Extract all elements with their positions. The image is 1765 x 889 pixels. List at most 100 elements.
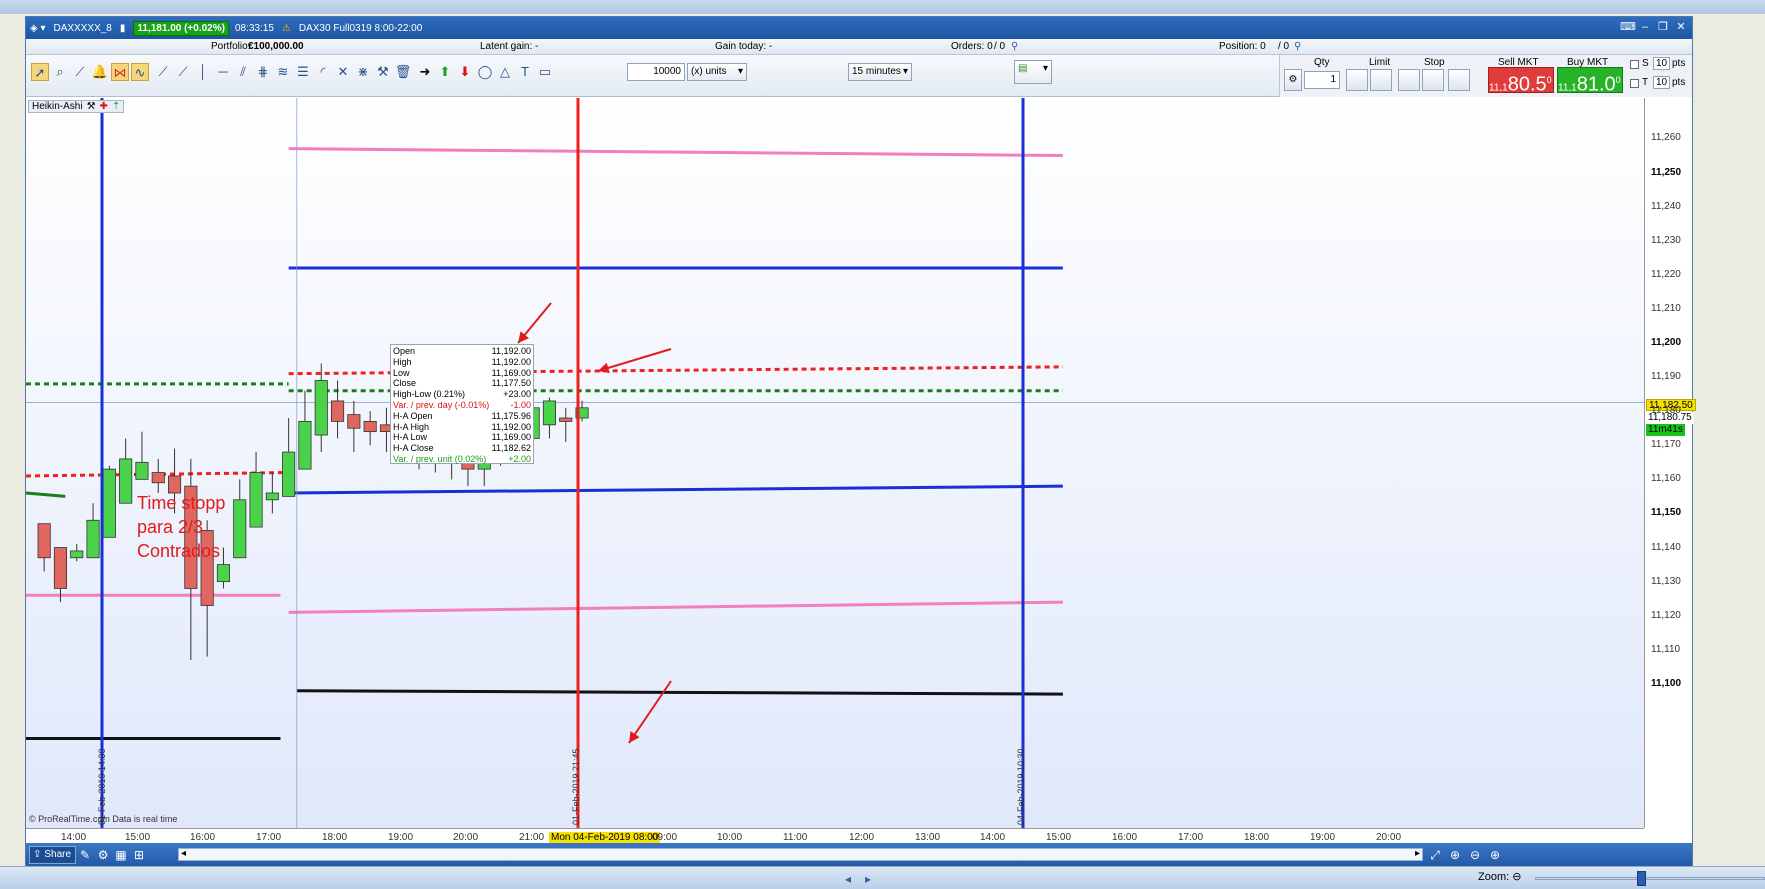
tooltip-value: 11,175.96	[491, 410, 531, 421]
sell-price-sup: 0	[1546, 75, 1552, 85]
chart-style-select[interactable]: ▤ ▾	[1014, 60, 1052, 84]
channel-icon[interactable]: ⫽	[234, 63, 252, 81]
candle-up	[102, 468, 116, 538]
arrow-right-icon[interactable]: ➜	[416, 63, 434, 81]
qty-field[interactable]: 1	[1304, 71, 1340, 89]
properties-icon[interactable]: ✎	[76, 846, 94, 864]
andrews-icon[interactable]: ⋇	[354, 63, 372, 81]
limit-buy-button[interactable]	[1346, 69, 1368, 91]
limit-sell-button[interactable]	[1370, 69, 1392, 91]
units-select[interactable]: (x) units ▾	[687, 63, 747, 81]
alert-bell-icon[interactable]: 🔔	[91, 63, 109, 81]
rectangle-icon[interactable]: ▭	[536, 63, 554, 81]
stop-extra-button[interactable]	[1448, 69, 1470, 91]
tooltip-row: H-A Close 11,182.62	[393, 443, 531, 454]
trend-tool-icon[interactable]: ⋈	[111, 63, 129, 81]
horizontal-line-icon[interactable]: ─	[214, 63, 232, 81]
tooltip-key: H-A High	[393, 421, 430, 432]
sell-market-button[interactable]: 11,180.50	[1488, 67, 1554, 96]
drawing-toolbar: ➚ ⌕ ⟋ 🔔 ⋈ ∿ ⟋ ⟋ │ ─ ⫽ ⋕ ≋ ☰ ◜ ✕ ⋇ ⚒ 🗑 ➜ …	[26, 55, 1692, 97]
prev-arrow-icon[interactable]: ◂	[845, 872, 851, 886]
scroll-left-icon[interactable]: ◂	[181, 848, 186, 859]
pointer-icon[interactable]: ➚	[31, 63, 49, 81]
price-chart[interactable]: Heikin-Ashi ⚒ ✚ ⇡ Time stopp para 2/3 Co…	[26, 98, 1644, 828]
candle-down	[363, 421, 377, 433]
y-tick-label: 11,110	[1651, 643, 1681, 655]
zoom-slider-thumb[interactable]	[1637, 871, 1646, 886]
scroll-right-icon[interactable]: ▸	[1415, 848, 1420, 859]
vertical-line-icon[interactable]: │	[194, 63, 212, 81]
triangle-icon[interactable]: △	[496, 63, 514, 81]
wave-tool-icon[interactable]: ∿	[131, 63, 149, 81]
share-button[interactable]: ⇪ Share	[29, 846, 77, 864]
expand-icon[interactable]: ⇡	[112, 101, 120, 112]
ruler-icon[interactable]: ⟋	[71, 63, 89, 81]
zoom-out-icon[interactable]: ⊖	[1512, 871, 1521, 883]
restore-icon[interactable]: ❐	[1656, 20, 1670, 34]
x-tick-label: 20:00	[453, 832, 479, 843]
close-icon[interactable]: ✕	[1674, 20, 1688, 34]
y-tick-label: 11,180	[1651, 405, 1681, 417]
ray-icon[interactable]: ⟋	[174, 63, 192, 81]
hline-green-solid-left	[26, 491, 66, 498]
y-tick-label: 11,150	[1651, 507, 1682, 519]
stop-checkbox[interactable]	[1630, 60, 1639, 69]
trash-icon[interactable]: 🗑	[394, 63, 412, 81]
target-points-field[interactable]: 10	[1653, 76, 1671, 89]
fibonacci-icon[interactable]: ☰	[294, 63, 312, 81]
position-count[interactable]: Position: 0	[1219, 41, 1266, 52]
gann-icon[interactable]: ✕	[334, 63, 352, 81]
zoom-out-icon[interactable]: ⊖	[1466, 846, 1484, 864]
arrow-down-icon[interactable]: ⬇	[456, 63, 474, 81]
line-icon[interactable]: ⟋	[154, 63, 172, 81]
settings-icon[interactable]: ⚙	[94, 846, 112, 864]
keyboard-icon[interactable]: ⌨	[1620, 20, 1636, 34]
zoom-fit-icon[interactable]: ⊕	[1446, 846, 1464, 864]
annotation-line: para 2/3	[137, 517, 204, 537]
stop-points-field[interactable]: 10	[1653, 57, 1671, 70]
chart-canvas[interactable]	[26, 98, 1644, 828]
instrument-name[interactable]: DAX30 Full0319 8:00-22:00	[299, 23, 422, 34]
arrow-up-icon[interactable]: ⬆	[436, 63, 454, 81]
x-tick-label: 14:00	[980, 832, 1006, 843]
y-tick-label: 11,130	[1651, 575, 1681, 587]
orders-count[interactable]: Orders: 0	[951, 41, 993, 52]
ellipse-icon[interactable]: ◯	[476, 63, 494, 81]
x-tick-label: 19:00	[388, 832, 414, 843]
layout-icon[interactable]: ⊞	[130, 846, 148, 864]
x-tick-label: 18:00	[1244, 832, 1270, 843]
orders-search-icon[interactable]: ⚲	[1011, 41, 1018, 52]
menu-icon[interactable]: ◈ ▾	[30, 23, 46, 34]
wrench-icon[interactable]: ⚒	[87, 101, 96, 112]
stop-sell-button[interactable]	[1422, 69, 1444, 91]
zoom-in-icon[interactable]: ⊕	[1486, 846, 1504, 864]
zoom-tool-icon[interactable]: ⌕	[51, 63, 69, 81]
indicator-tab[interactable]: Heikin-Ashi ⚒ ✚ ⇡	[28, 100, 125, 113]
x-tick-label: Mon 04-Feb-2019 08:00	[549, 832, 661, 843]
zoom-slider[interactable]	[1535, 877, 1765, 880]
minimize-icon[interactable]: –	[1638, 20, 1652, 34]
buy-market-button[interactable]: 11,181.00	[1557, 67, 1623, 96]
position-search-icon[interactable]: ⚲	[1294, 41, 1301, 52]
stop-buy-button[interactable]	[1398, 69, 1420, 91]
wrench-icon[interactable]: ⚙	[1284, 69, 1302, 91]
info-icon[interactable]: ▮	[120, 23, 126, 34]
price-axis[interactable]: 11,182.50 11,180.75 11m41s 11,260 11,250 1…	[1644, 98, 1696, 828]
chart-zoom-auto-icon[interactable]: ⤢	[1426, 846, 1444, 864]
chart-scrollbar[interactable]: ◂ ▸	[178, 848, 1423, 861]
x-tick-label: 15:00	[125, 832, 151, 843]
fan-icon[interactable]: ◜	[314, 63, 332, 81]
time-axis[interactable]: 14:00 15:00 16:00 17:00 18:00 19:00 20:00 21:00…	[26, 828, 1644, 844]
quantity-field[interactable]: 10000	[627, 63, 685, 81]
next-arrow-icon[interactable]: ▸	[865, 872, 871, 886]
tools-icon[interactable]: ⚒	[374, 63, 392, 81]
remove-indicator-icon[interactable]: ✚	[100, 101, 108, 112]
regression-icon[interactable]: ≋	[274, 63, 292, 81]
target-checkbox[interactable]	[1630, 79, 1639, 88]
chevron-down-icon: ▾	[1042, 63, 1048, 74]
tooltip-value: +2.00	[508, 453, 531, 464]
timeframe-select[interactable]: 15 minutes ▾	[848, 63, 912, 81]
parallel-icon[interactable]: ⋕	[254, 63, 272, 81]
text-tool-icon[interactable]: T	[516, 63, 534, 81]
calculator-icon[interactable]: ▦	[112, 846, 130, 864]
